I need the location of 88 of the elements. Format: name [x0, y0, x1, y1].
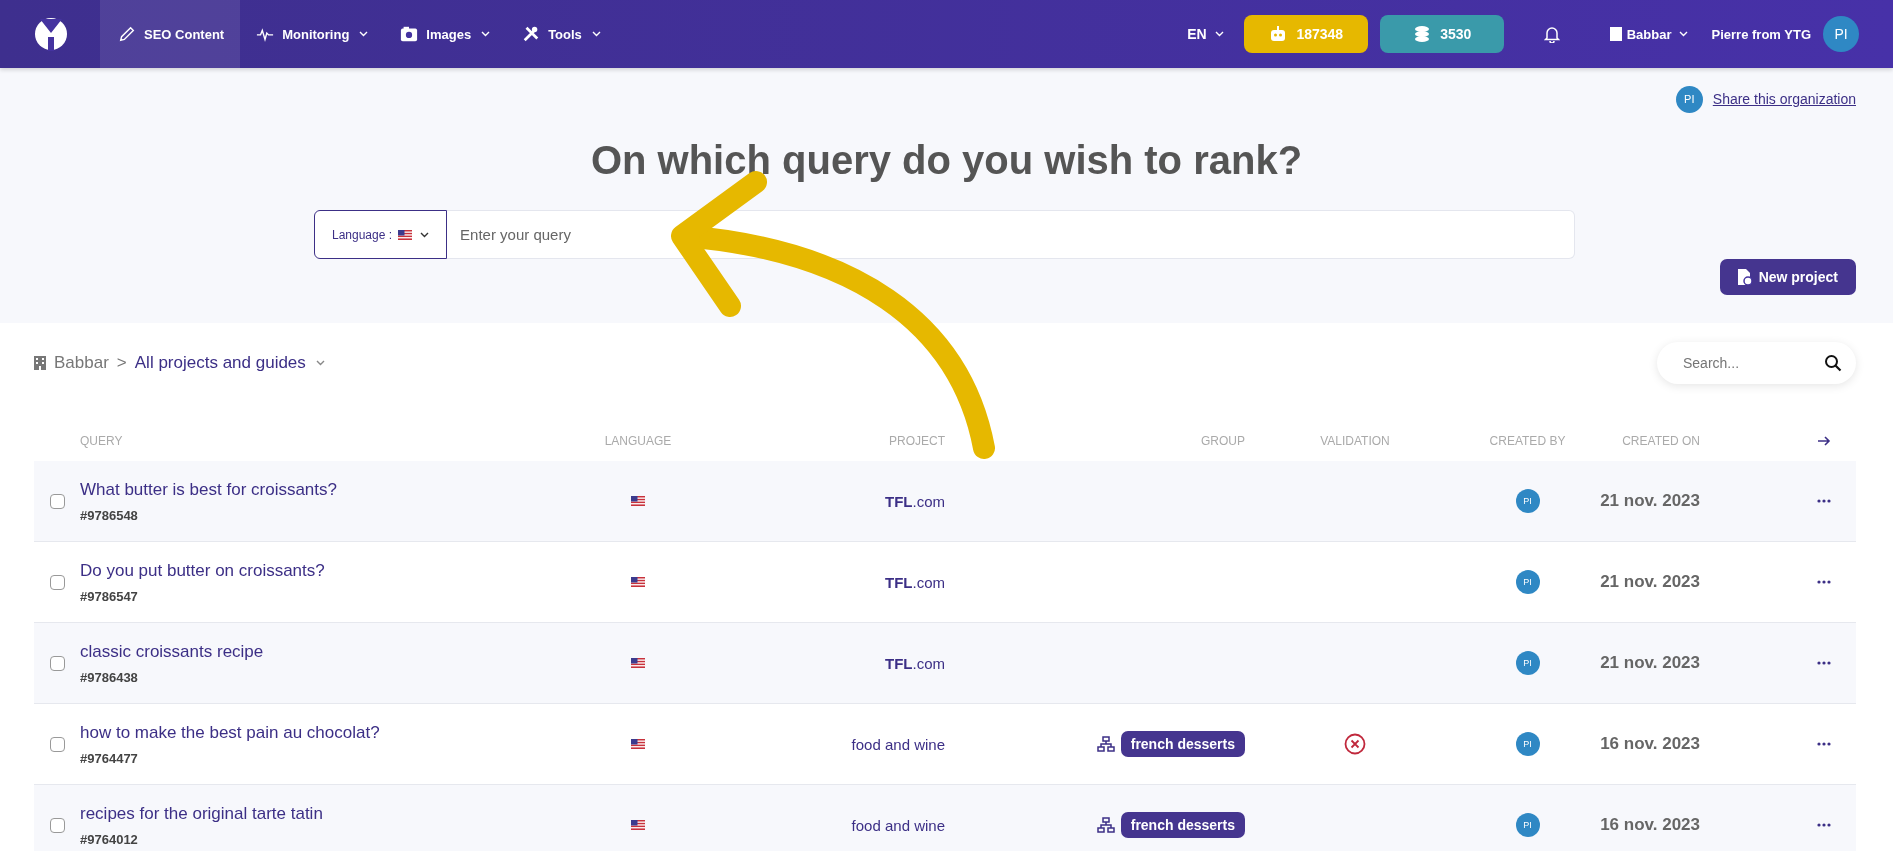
language-menu[interactable]: EN [1187, 26, 1224, 42]
logo-icon [34, 17, 68, 51]
us-flag-icon [631, 658, 645, 668]
share-link[interactable]: Share this organization [1712, 91, 1856, 107]
query-title[interactable]: classic croissants recipe [80, 641, 264, 662]
user-avatar: PI [1515, 732, 1540, 756]
column-header: VALIDATION [1319, 433, 1391, 448]
organization-menu[interactable]: Babbar [1609, 26, 1688, 42]
table-row[interactable]: What butter is best for croissants? #9786548 TFL.com PI 21 nov. 2023 [34, 461, 1856, 542]
row-checkbox[interactable] [49, 574, 65, 590]
group-tag: french desserts [1120, 812, 1245, 838]
query-title[interactable]: how to make the best pain au chocolat? [80, 722, 380, 743]
more-options-icon [1817, 580, 1831, 584]
project-name: food and wine [850, 735, 945, 753]
pencil-icon [118, 25, 136, 43]
caret-icon [315, 360, 325, 366]
nav-menu-item[interactable]: Tools [506, 0, 617, 68]
us-flag-icon [631, 739, 645, 749]
caret-icon [1214, 31, 1224, 37]
group-tag: french desserts [1120, 731, 1245, 757]
us-flag-icon [631, 820, 645, 830]
arrow-right-icon [1817, 434, 1831, 447]
project-filter-dropdown[interactable]: All projects and guides [134, 353, 325, 373]
user-name: Pierre from YTG [1711, 26, 1811, 42]
search-input[interactable]: Search... [1681, 354, 1824, 372]
project-name: TFL.com [884, 573, 945, 591]
user-avatar: PI [1823, 16, 1859, 52]
column-header: PROJECT [888, 433, 945, 448]
user-avatar: PI [1515, 489, 1540, 513]
bell-icon [1543, 25, 1560, 43]
query-title[interactable]: What butter is best for croissants? [80, 479, 337, 500]
breadcrumb-separator: > [116, 353, 127, 373]
nav-menu-item[interactable]: SEO Content [100, 0, 241, 68]
project-name: TFL.com [884, 654, 945, 672]
sitemap-icon [1096, 736, 1115, 752]
row-checkbox[interactable] [49, 493, 65, 509]
page-heading: On which query do you wish to rank? [589, 137, 1304, 184]
credit-counter: 187348 [1243, 15, 1368, 53]
us-flag-icon [398, 229, 413, 240]
column-header: LANGUAGE [603, 433, 673, 448]
query-id: #9764477 [80, 750, 138, 766]
more-options-icon [1817, 823, 1831, 827]
project-name: food and wine [850, 816, 945, 834]
row-checkbox[interactable] [49, 817, 65, 833]
us-flag-icon [631, 577, 645, 587]
column-header: CREATED ON [1621, 433, 1700, 448]
breadcrumb-link[interactable]: Babbar [54, 353, 109, 373]
search-icon [1824, 354, 1842, 372]
project-name: TFL.com [884, 492, 945, 510]
more-options-icon [1817, 742, 1831, 746]
sitemap-icon [1096, 817, 1115, 833]
column-header: QUERY [80, 433, 124, 448]
query-id: #9786438 [80, 669, 138, 685]
caret-icon [420, 231, 430, 238]
row-checkbox[interactable] [49, 655, 65, 671]
created-date: 16 nov. 2023 [1599, 734, 1700, 754]
created-date: 16 nov. 2023 [1599, 815, 1700, 835]
language-selector[interactable]: Language : [314, 210, 448, 259]
query-field[interactable]: Enter your query [447, 210, 1575, 259]
camera-icon [400, 25, 419, 43]
us-flag-icon [631, 496, 645, 506]
query-title[interactable]: Do you put butter on croissants? [80, 560, 325, 581]
caret-icon [1678, 31, 1688, 37]
column-header: GROUP [1200, 433, 1245, 448]
row-checkbox[interactable] [49, 736, 65, 752]
search-field[interactable]: Search... [1657, 342, 1856, 384]
query-title[interactable]: recipes for the original tarte tatin [80, 803, 323, 824]
user-avatar: PI [1515, 570, 1540, 594]
query-id: #9786548 [80, 507, 138, 523]
nav-menu-item[interactable]: Monitoring [240, 0, 385, 68]
created-date: 21 nov. 2023 [1599, 572, 1700, 592]
user-avatar: PI [1515, 813, 1540, 837]
user-avatar: PI [1675, 85, 1703, 113]
created-date: 21 nov. 2023 [1599, 491, 1700, 511]
tools-icon [522, 25, 541, 43]
more-options-icon [1817, 661, 1831, 665]
created-date: 21 nov. 2023 [1599, 653, 1700, 673]
table-row[interactable]: classic croissants recipe #9786438 TFL.com PI 21 nov. 2023 [34, 623, 1856, 704]
file-plus-icon [1737, 269, 1752, 285]
query-id: #9764012 [80, 831, 138, 847]
nav-menu-item[interactable]: Images [384, 0, 507, 68]
column-header: CREATED BY [1488, 433, 1567, 448]
more-options-icon [1817, 499, 1831, 503]
user-avatar: PI [1515, 651, 1540, 675]
table-row[interactable]: recipes for the original tarte tatin #9764012 food and wine french desserts PI 16 nov. 2023 [34, 785, 1856, 851]
new-project-button[interactable]: New project [1719, 259, 1856, 295]
query-id: #9786547 [80, 588, 138, 604]
credit-counter: 3530 [1379, 15, 1504, 53]
